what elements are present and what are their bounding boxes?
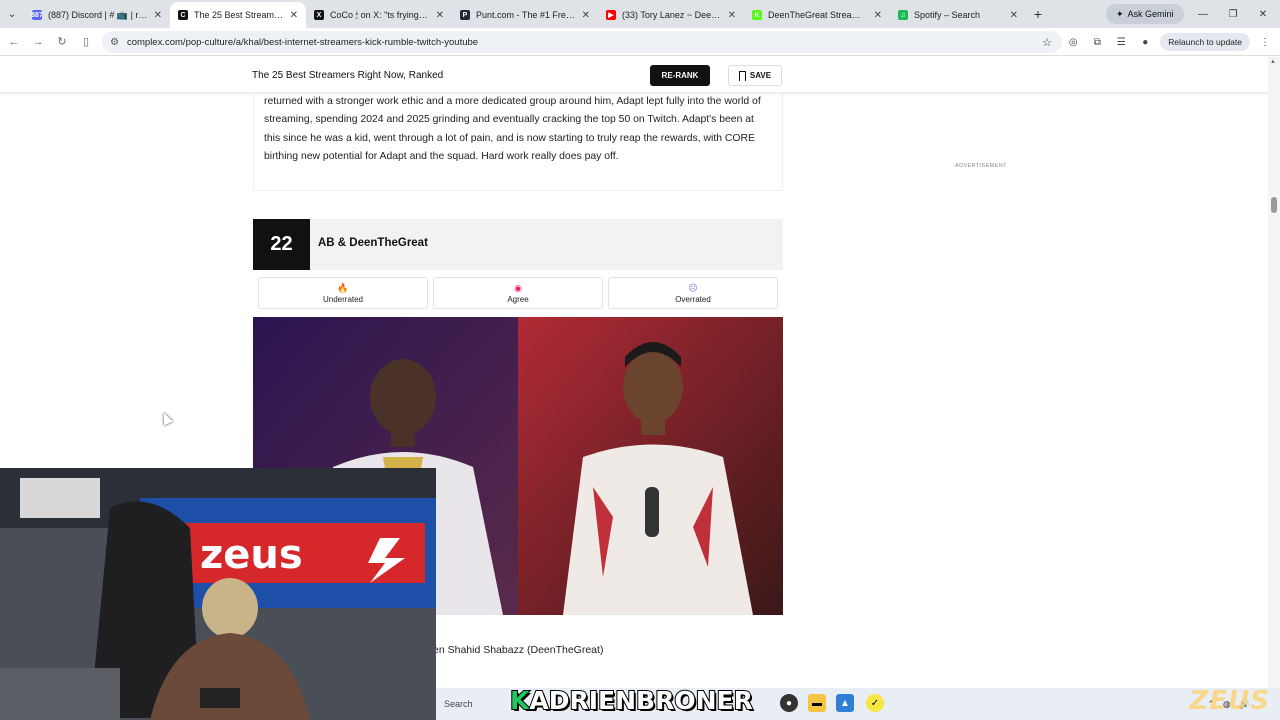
- tab-strip: ⌄ 887 (887) Discord | # 📺 | reactio ✕ C The …: [0, 0, 1280, 28]
- vote-agree-button[interactable]: ◉ Agree: [433, 277, 603, 309]
- entry-card: returned with a stronger work ethic and …: [253, 87, 783, 191]
- scroll-up-icon[interactable]: ▲: [1270, 59, 1276, 65]
- browser-tab[interactable]: ▶ (33) Tory Lanez ~ Deen & A ✕: [598, 2, 744, 28]
- overlay-k: K: [509, 685, 530, 716]
- neutral-face-icon: ☹: [688, 282, 698, 293]
- extension-badge-icon[interactable]: ◎: [1064, 33, 1082, 51]
- tab-close-icon[interactable]: ✕: [874, 10, 882, 21]
- minimize-icon[interactable]: —: [1188, 0, 1218, 28]
- rank-number: 22: [253, 219, 310, 270]
- vote-overrated-button[interactable]: ☹ Overrated: [608, 277, 778, 309]
- forward-icon[interactable]: →: [26, 36, 50, 48]
- bookmark-icon: [738, 70, 746, 81]
- browser-tab[interactable]: X CoCo 🕯 on X: "ts frying me ✕: [306, 2, 452, 28]
- tab-close-icon[interactable]: ✕: [1010, 10, 1018, 21]
- gemini-icon: ✦: [1116, 8, 1124, 19]
- tab-close-icon[interactable]: ✕: [436, 10, 444, 21]
- tab-label: DeenTheGreat Stream - Wa: [768, 10, 868, 20]
- webcam-feed: zeus: [0, 468, 436, 720]
- vote-label: Underrated: [322, 294, 364, 304]
- menu-kebab-icon[interactable]: ⋮: [1256, 33, 1274, 51]
- close-window-icon[interactable]: ✕: [1248, 0, 1278, 28]
- tab-favicon-icon: ♫: [898, 10, 908, 20]
- overlay-name-rest: ADRIENBRONER: [528, 685, 753, 716]
- tab-label: CoCo 🕯 on X: "ts frying me: [330, 9, 430, 20]
- scrollbar-thumb[interactable]: [1271, 197, 1277, 213]
- vote-label: Agree: [507, 294, 529, 304]
- extensions-icon[interactable]: ⧉: [1088, 33, 1106, 51]
- tab-favicon-icon: ▶: [606, 10, 616, 20]
- restore-icon[interactable]: ❐: [1218, 0, 1248, 28]
- tab-close-icon[interactable]: ✕: [290, 10, 298, 21]
- rerank-button[interactable]: RE-RANK: [650, 65, 710, 86]
- fire-icon: 🔥: [337, 282, 349, 293]
- tab-label: Spotify – Search: [914, 10, 981, 20]
- streamer-name-overlay: KADRIENBRONER: [509, 685, 754, 716]
- svg-text:zeus: zeus: [200, 532, 303, 578]
- rank-title: AB & DeenTheGreat: [318, 237, 428, 249]
- sticky-header: The 25 Best Streamers Right Now, Ranked …: [0, 57, 1268, 93]
- browser-toolbar: ← → ↻ ▯ ⚙ complex.com/pop-culture/a/khal…: [0, 28, 1280, 56]
- tab-favicon-icon: C: [178, 10, 188, 20]
- norton-icon[interactable]: ✓: [866, 694, 884, 712]
- tab-label: Punt.com - The #1 Free to P: [476, 10, 576, 20]
- bookmark-star-icon[interactable]: ☆: [1042, 36, 1052, 49]
- browser-tab[interactable]: P Punt.com - The #1 Free to P ✕: [452, 2, 598, 28]
- rank-header: 22 AB & DeenTheGreat: [253, 219, 783, 270]
- page-scrollbar[interactable]: ▲ ▼: [1268, 57, 1280, 720]
- tab-favicon-icon: X: [314, 10, 324, 20]
- address-bar[interactable]: ⚙ complex.com/pop-culture/a/khal/best-in…: [102, 31, 1062, 53]
- site-info-icon[interactable]: ⚙: [110, 37, 119, 48]
- new-tab-button[interactable]: +: [1026, 6, 1050, 22]
- browser-tab[interactable]: C The 25 Best Streamers Right ✕: [170, 2, 306, 28]
- tab-favicon-icon: K: [752, 10, 762, 20]
- webcam-overlay: zeus: [0, 468, 436, 720]
- vote-label: Overrated: [675, 294, 711, 304]
- advertisement-label: ADVERTISEMENT: [955, 163, 1007, 169]
- profile-avatar[interactable]: ●: [1136, 33, 1154, 51]
- brand-watermark: ZEUS: [1189, 686, 1270, 716]
- tab-favicon-icon: 887: [31, 10, 43, 20]
- tab-label: (33) Tory Lanez ~ Deen & A: [622, 10, 722, 20]
- back-icon[interactable]: ←: [2, 36, 26, 48]
- taskbar-search-label: Search: [444, 699, 473, 709]
- obs-icon[interactable]: ●: [780, 694, 798, 712]
- tab-search-chevron-icon[interactable]: ⌄: [0, 0, 24, 28]
- tab-close-icon[interactable]: ✕: [582, 10, 590, 21]
- tab-close-icon[interactable]: ✕: [728, 10, 736, 21]
- file-explorer-icon[interactable]: ▬: [808, 694, 826, 712]
- photos-app-icon[interactable]: ▲: [836, 694, 854, 712]
- article-title: The 25 Best Streamers Right Now, Ranked: [252, 70, 444, 81]
- reload-icon[interactable]: ↻: [50, 35, 74, 48]
- save-button[interactable]: SAVE: [728, 65, 782, 86]
- vote-underrated-button[interactable]: 🔥 Underrated: [258, 277, 428, 309]
- entry-paragraph: returned with a stronger work ethic and …: [264, 96, 761, 163]
- ask-gemini-button[interactable]: ✦ Ask Gemini: [1106, 4, 1184, 24]
- side-panel-icon[interactable]: ▯: [74, 35, 98, 48]
- tab-close-icon[interactable]: ✕: [154, 10, 162, 21]
- browser-tab[interactable]: 887 (887) Discord | # 📺 | reactio ✕: [24, 2, 170, 28]
- taskbar-search[interactable]: Search: [436, 692, 506, 716]
- reading-list-icon[interactable]: ☰: [1112, 33, 1130, 51]
- url-text: complex.com/pop-culture/a/khal/best-inte…: [126, 36, 479, 48]
- save-label: SAVE: [749, 71, 772, 80]
- browser-tab[interactable]: ♫ Spotify – Search ✕: [890, 2, 1026, 28]
- tab-favicon-icon: P: [460, 10, 470, 20]
- tab-label: The 25 Best Streamers Right: [194, 10, 284, 20]
- browser-tab[interactable]: K DeenTheGreat Stream - Wa ✕: [744, 2, 890, 28]
- relaunch-button[interactable]: Relaunch to update: [1160, 33, 1250, 51]
- tab-label: (887) Discord | # 📺 | reactio: [48, 9, 148, 20]
- target-icon: ◉: [514, 282, 522, 293]
- ask-gemini-label: Ask Gemini: [1127, 9, 1174, 19]
- photo-caption: en Shahid Shabazz (DeenTheGreat): [433, 644, 604, 656]
